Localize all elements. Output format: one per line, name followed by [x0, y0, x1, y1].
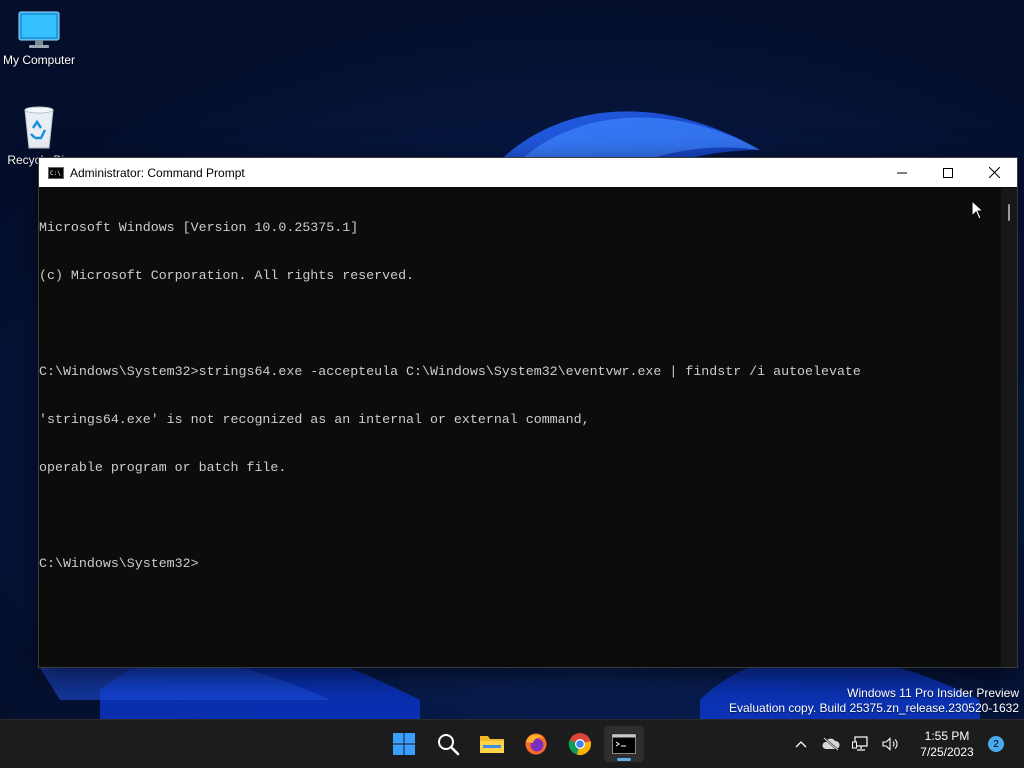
- chrome-icon: [568, 733, 591, 755]
- chevron-up-icon: [795, 741, 807, 748]
- file-explorer-button[interactable]: [472, 726, 512, 762]
- taskbar: 1:55 PM 7/25/2023 2: [0, 719, 1024, 768]
- console-prompt-line: C:\Windows\System32>: [39, 556, 199, 571]
- notification-badge[interactable]: 2: [988, 736, 1004, 752]
- onedrive-button[interactable]: [816, 737, 846, 751]
- watermark-line: Windows 11 Pro Insider Preview: [847, 686, 1019, 700]
- speaker-icon: [882, 737, 898, 751]
- chrome-button[interactable]: [560, 726, 600, 762]
- clock-date: 7/25/2023: [920, 745, 974, 759]
- system-tray: 1:55 PM 7/25/2023 2: [786, 720, 1024, 768]
- scrollbar-thumb[interactable]: [1008, 204, 1010, 221]
- console-line: C:\Windows\System32>strings64.exe -accep…: [39, 364, 861, 379]
- console-output[interactable]: Microsoft Windows [Version 10.0.25375.1]…: [39, 188, 1001, 667]
- svg-text:C:\: C:\: [50, 170, 61, 177]
- recycle-bin-icon: [24, 106, 54, 149]
- start-button[interactable]: [384, 726, 424, 762]
- command-prompt-icon: C:\: [48, 166, 64, 179]
- search-icon: [438, 734, 460, 756]
- desktop-icon-label: My Computer: [2, 53, 76, 67]
- command-prompt-taskbar-button[interactable]: [604, 726, 644, 762]
- clock-time: 1:55 PM: [924, 729, 970, 743]
- firefox-icon: [525, 733, 547, 755]
- firefox-button[interactable]: [516, 726, 556, 762]
- console-line: (c) Microsoft Corporation. All rights re…: [39, 268, 415, 283]
- maximize-icon: [943, 167, 953, 178]
- evaluation-watermark: Windows 11 Pro Insider Preview Evaluatio…: [729, 686, 1019, 716]
- minimize-button[interactable]: [879, 158, 925, 187]
- start-icon: [393, 733, 415, 755]
- maximize-button[interactable]: [925, 158, 971, 187]
- search-button[interactable]: [428, 726, 468, 762]
- mouse-pointer-icon: [971, 200, 985, 220]
- console-line: Microsoft Windows [Version 10.0.25375.1]: [39, 220, 359, 235]
- console-line: 'strings64.exe' is not recognized as an …: [39, 412, 590, 427]
- vertical-scrollbar[interactable]: [1001, 188, 1017, 667]
- command-prompt-icon: [612, 734, 636, 754]
- volume-button[interactable]: [876, 737, 906, 751]
- watermark-line: Evaluation copy. Build 25375.zn_release.…: [729, 701, 1019, 715]
- clock[interactable]: 1:55 PM 7/25/2023: [912, 728, 982, 760]
- minimize-icon: [897, 172, 907, 173]
- console-line: operable program or batch file.: [39, 460, 287, 475]
- cloud-offline-icon: [822, 737, 840, 751]
- window-title: Administrator: Command Prompt: [70, 165, 245, 180]
- command-prompt-window[interactable]: C:\ Administrator: Command Prompt Micros…: [38, 157, 1018, 668]
- network-icon: [852, 736, 868, 751]
- desktop-icon-my-computer[interactable]: My Computer: [0, 10, 78, 67]
- window-titlebar[interactable]: C:\ Administrator: Command Prompt: [39, 158, 1017, 187]
- file-explorer-icon: [480, 736, 504, 753]
- monitor-icon: [18, 11, 60, 48]
- show-hidden-icons-button[interactable]: [786, 740, 816, 748]
- close-icon: [988, 167, 1000, 178]
- close-button[interactable]: [971, 158, 1017, 187]
- network-button[interactable]: [846, 736, 876, 752]
- taskbar-apps: [384, 726, 644, 762]
